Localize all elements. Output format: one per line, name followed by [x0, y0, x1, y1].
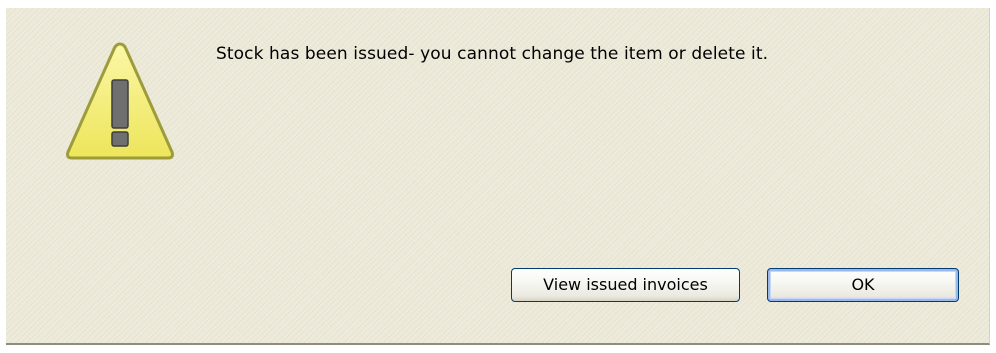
- message-dialog: Stock has been issued- you cannot change…: [6, 8, 990, 345]
- view-issued-invoices-button[interactable]: View issued invoices: [511, 268, 740, 302]
- dialog-message: Stock has been issued- you cannot change…: [216, 44, 769, 64]
- ok-button[interactable]: OK: [767, 268, 959, 302]
- warning-icon: [66, 42, 174, 160]
